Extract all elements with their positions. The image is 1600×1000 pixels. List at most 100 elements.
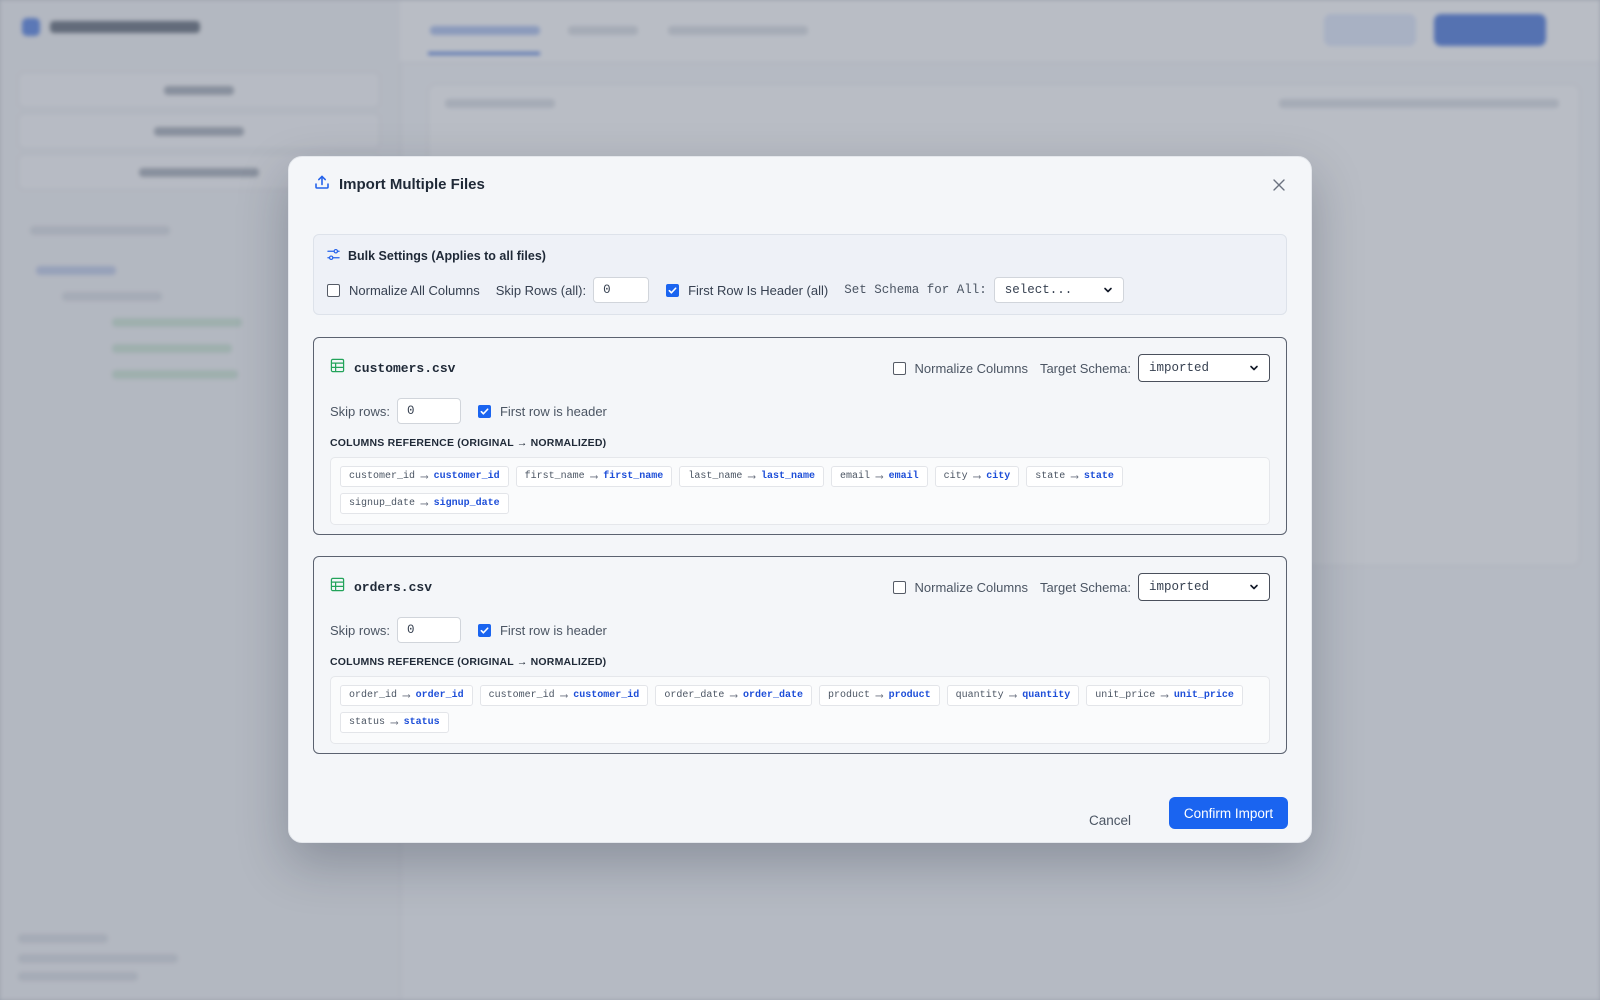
schema-all-select-value: select... (1004, 283, 1073, 297)
skip-rows-label: Skip rows: (330, 403, 390, 419)
modal-title: Import Multiple Files (339, 176, 485, 193)
arrow-right-icon: ⟶ (875, 690, 883, 703)
arrow-right-icon: ⟶ (730, 690, 737, 703)
first-row-header-checkbox[interactable] (477, 404, 491, 418)
file-card-orders: orders.csv Normalize Columns Target Sche… (313, 556, 1287, 754)
normalize-columns-label: Normalize Columns (914, 579, 1028, 595)
upload-icon (314, 174, 330, 195)
chevron-down-icon (1250, 584, 1258, 590)
column-mapping-chip: last_name ⟶ last_name (679, 466, 824, 487)
arrow-right-icon: ⟶ (421, 498, 428, 511)
column-mapping-chip: city ⟶ city (934, 466, 1020, 487)
column-mapping-chip: customer_id ⟶ customer_id (479, 685, 649, 706)
column-original: order_date (664, 690, 725, 701)
column-normalized: unit_price (1173, 690, 1234, 701)
target-schema-select[interactable]: imported (1138, 573, 1270, 601)
arrow-right-icon: ⟶ (748, 471, 755, 484)
column-normalized: status (403, 717, 440, 728)
skip-rows-all-label: Skip Rows (all): (495, 282, 587, 298)
file-card-customers: customers.csv Normalize Columns Target S… (313, 337, 1287, 535)
cancel-button[interactable]: Cancel (1089, 804, 1131, 836)
target-schema-value: imported (1149, 580, 1210, 594)
bulk-settings-controls: Normalize All Columns Skip Rows (all): 0… (327, 277, 1124, 303)
column-original: last_name (688, 471, 743, 482)
column-original: state (1035, 471, 1066, 482)
arrow-right-icon: ⟶ (1161, 690, 1168, 703)
column-normalized: signup_date (433, 498, 500, 509)
skip-rows-input[interactable]: 0 (396, 617, 461, 643)
table-icon (330, 577, 345, 597)
chevron-down-icon (1103, 287, 1112, 293)
first-row-header-label: First row is header (499, 403, 607, 419)
check-icon (480, 626, 489, 634)
normalize-columns-checkbox[interactable] (892, 361, 906, 375)
bulk-settings-title: Bulk Settings (Applies to all files) (327, 248, 546, 264)
column-mapping-chip: order_date ⟶ order_date (655, 685, 812, 706)
arrow-right-icon: ⟶ (391, 717, 398, 730)
target-schema-label: Target Schema: (1039, 360, 1131, 376)
column-original: city (943, 471, 968, 482)
chevron-down-icon (1250, 365, 1258, 371)
target-schema-select[interactable]: imported (1138, 354, 1270, 382)
column-mapping-chip: quantity ⟶ quantity (946, 685, 1080, 706)
arrow-right-icon: ⟶ (875, 471, 883, 484)
column-original: status (349, 717, 386, 728)
file-skip-row: Skip rows: 0 First row is header (330, 617, 607, 643)
column-mapping-chip: product ⟶ product (818, 685, 940, 706)
file-options: Normalize Columns Target Schema: importe… (892, 573, 1270, 601)
first-row-header-all-checkbox[interactable] (666, 283, 680, 297)
close-icon (1273, 179, 1285, 191)
check-icon (480, 407, 489, 415)
column-original: quantity (955, 690, 1004, 701)
arrow-right-icon: ⟶ (973, 471, 981, 484)
column-normalized: quantity (1022, 690, 1071, 701)
sliders-icon (327, 248, 340, 264)
arrow-right-icon: ⟶ (560, 690, 568, 703)
column-normalized: first_name (603, 471, 664, 482)
arrow-right-icon: ⟶ (1009, 690, 1017, 703)
arrow-right-icon: ⟶ (590, 471, 598, 484)
column-normalized: order_id (415, 690, 464, 701)
column-mapping-chip: state ⟶ state (1026, 466, 1123, 487)
bulk-settings-panel: Bulk Settings (Applies to all files) Nor… (313, 234, 1287, 315)
skip-rows-input[interactable]: 0 (396, 398, 461, 424)
column-original: customer_id (349, 471, 416, 482)
schema-all-select[interactable]: select... (993, 277, 1124, 303)
column-original: email (839, 471, 870, 482)
column-mapping-chip: email ⟶ email (830, 466, 928, 487)
close-button[interactable] (1269, 175, 1289, 195)
column-normalized: email (888, 471, 919, 482)
arrow-right-icon: ⟶ (1071, 471, 1078, 484)
arrow-right-icon: ⟶ (403, 690, 410, 703)
columns-reference-label: COLUMNS REFERENCE (ORIGINAL → NORMALIZED… (330, 656, 607, 668)
normalize-columns-checkbox[interactable] (892, 580, 906, 594)
column-mapping-chip: first_name ⟶ first_name (515, 466, 673, 487)
column-normalized: order_date (742, 690, 803, 701)
column-original: first_name (524, 471, 585, 482)
column-original: signup_date (349, 498, 416, 509)
check-icon (668, 286, 677, 294)
column-original: order_id (349, 690, 398, 701)
columns-reference-label: COLUMNS REFERENCE (ORIGINAL → NORMALIZED… (330, 437, 607, 449)
file-skip-row: Skip rows: 0 First row is header (330, 398, 607, 424)
target-schema-label: Target Schema: (1039, 579, 1131, 595)
column-mapping-chip: status ⟶ status (340, 712, 449, 733)
skip-rows-label: Skip rows: (330, 622, 390, 638)
file-options: Normalize Columns Target Schema: importe… (892, 354, 1270, 382)
bulk-settings-title-text: Bulk Settings (Applies to all files) (348, 249, 546, 263)
file-name: orders.csv (354, 579, 433, 595)
skip-rows-all-input[interactable]: 0 (593, 277, 650, 303)
target-schema-value: imported (1149, 361, 1210, 375)
table-icon (330, 358, 345, 378)
schema-all-label: Set Schema for All: (844, 283, 987, 297)
modal-header: Import Multiple Files (314, 174, 485, 195)
column-normalized: city (986, 471, 1011, 482)
first-row-header-checkbox[interactable] (477, 623, 491, 637)
column-normalized: last_name (760, 471, 815, 482)
column-normalized: customer_id (433, 471, 500, 482)
file-name: customers.csv (354, 360, 456, 376)
columns-reference-list: customer_id ⟶ customer_id first_name ⟶ first_… (330, 457, 1270, 525)
import-multiple-files-dialog: Import Multiple Files Bulk Settings (App… (288, 156, 1312, 843)
confirm-import-button[interactable]: Confirm Import (1169, 797, 1288, 829)
normalize-all-checkbox[interactable] (327, 283, 340, 297)
